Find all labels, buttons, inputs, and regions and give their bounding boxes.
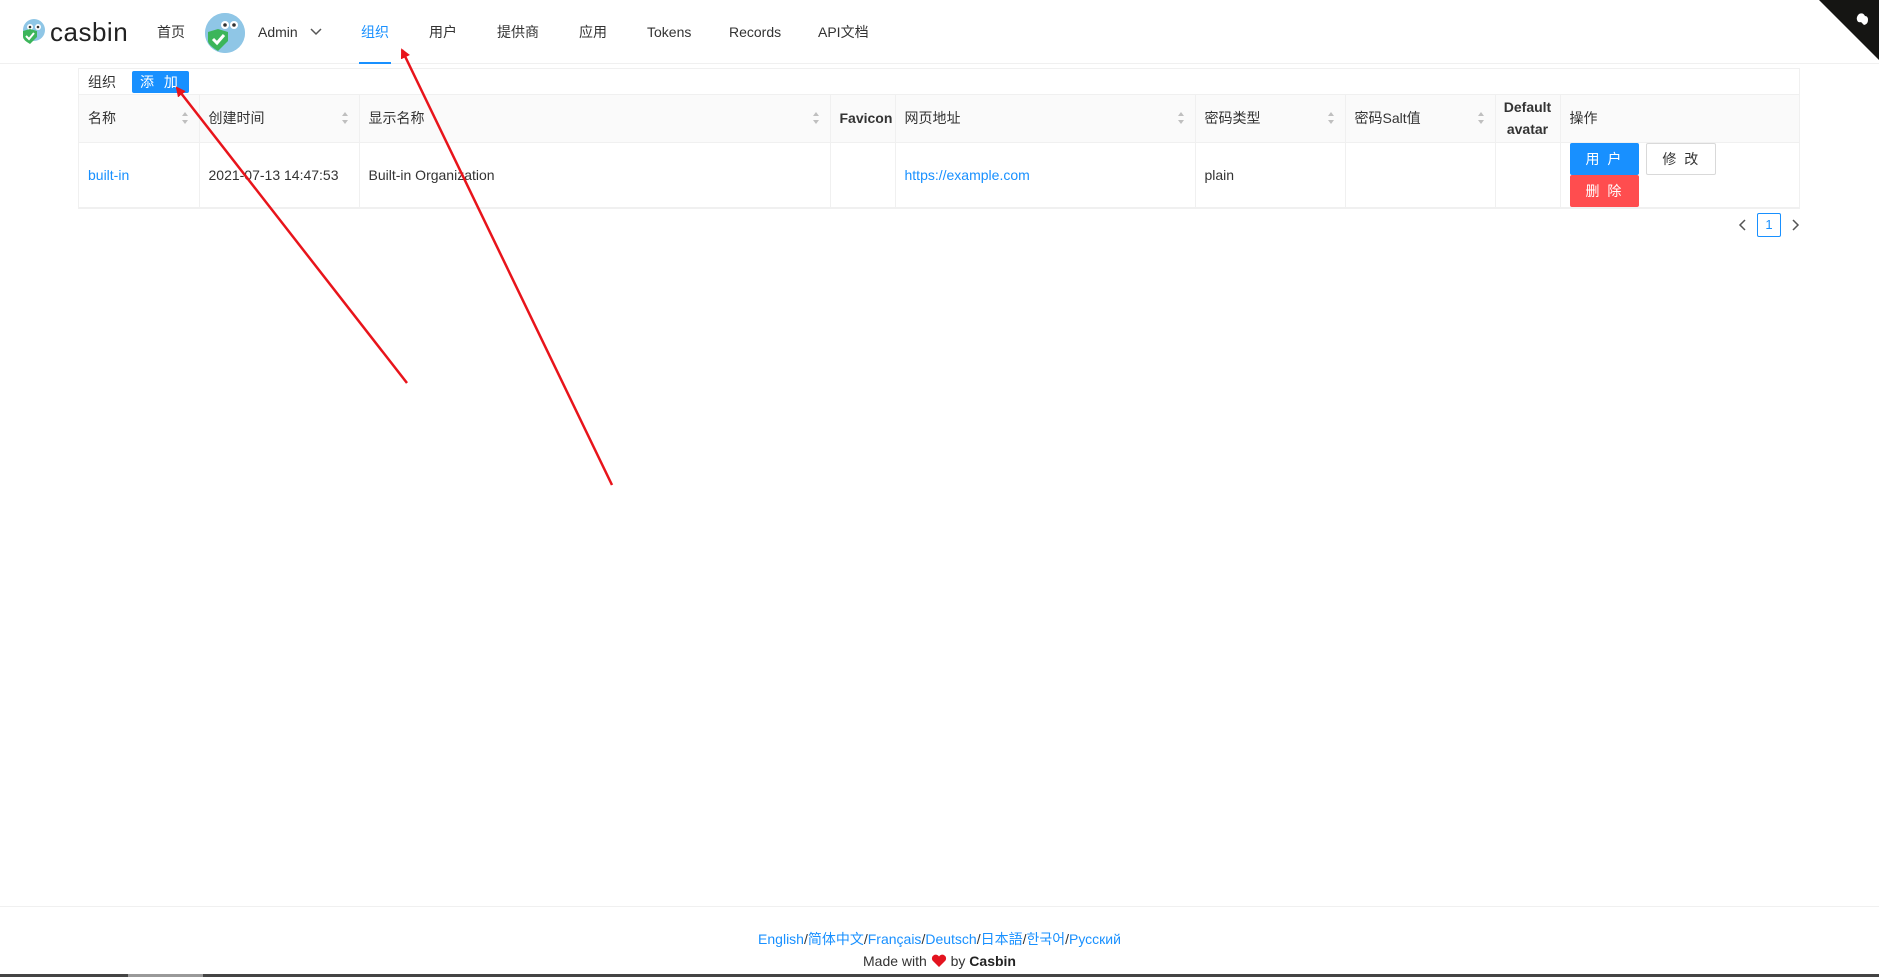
cell-password-salt — [1345, 142, 1496, 208]
table-title-bar: 组织 添 加 — [79, 69, 1799, 95]
cell-favicon — [830, 142, 896, 208]
language-link-english[interactable]: English — [758, 931, 804, 947]
sort-icon[interactable] — [341, 111, 349, 125]
delete-button[interactable]: 删 除 — [1569, 174, 1640, 207]
cell-created-time: 2021-07-13 14:47:53 — [199, 142, 360, 208]
website-link[interactable]: https://example.com — [905, 167, 1030, 183]
cell-website[interactable]: https://example.com — [895, 142, 1196, 208]
github-corner-icon[interactable] — [1819, 0, 1879, 60]
sort-icon[interactable] — [181, 111, 189, 125]
chevron-right-icon — [1792, 219, 1800, 231]
organizations-table-card: 组织 添 加 名称 创建时间 显示名称 Favicon 网页地址 密码类型 密码… — [78, 68, 1800, 209]
language-link-russian[interactable]: Русский — [1069, 931, 1121, 947]
column-header-favicon: Favicon — [830, 95, 896, 143]
column-header-password-type[interactable]: 密码类型 — [1195, 95, 1346, 143]
chevron-left-icon — [1738, 219, 1746, 231]
heart-icon — [931, 954, 946, 967]
column-header-website[interactable]: 网页地址 — [895, 95, 1196, 143]
admin-avatar-icon — [205, 13, 245, 53]
nav-providers[interactable]: 提供商 — [497, 0, 539, 64]
nav-records[interactable]: Records — [729, 0, 781, 64]
made-with-text: Made with — [863, 953, 927, 969]
previous-page-button[interactable] — [1733, 213, 1753, 237]
table-header-row: 名称 创建时间 显示名称 Favicon 网页地址 密码类型 密码Salt值 D… — [79, 95, 1799, 143]
nav-users[interactable]: 用户 — [429, 0, 457, 64]
language-link-japanese[interactable]: 日本語 — [981, 931, 1023, 947]
top-navbar: casbin 首页 Admin 组织 用户 提供商 应用 Tokens Reco… — [0, 0, 1879, 64]
add-button[interactable]: 添 加 — [132, 70, 189, 93]
brand-name: casbin — [50, 16, 129, 47]
cell-display-name: Built-in Organization — [359, 142, 831, 208]
cell-name[interactable]: built-in — [79, 142, 200, 208]
column-header-name[interactable]: 名称 — [79, 95, 200, 143]
language-link-french[interactable]: Français — [868, 931, 922, 947]
language-link-chinese[interactable]: 简体中文 — [808, 931, 864, 947]
table-title: 组织 — [88, 73, 116, 90]
column-header-actions: 操作 — [1560, 95, 1799, 143]
column-header-default-avatar: Default avatar — [1495, 95, 1561, 143]
made-with-line: Made with by Casbin — [0, 953, 1879, 969]
organization-name-link[interactable]: built-in — [88, 167, 129, 183]
nav-tokens[interactable]: Tokens — [647, 0, 691, 64]
edit-button[interactable]: 修 改 — [1646, 142, 1717, 175]
admin-username[interactable]: Admin — [258, 0, 298, 64]
chevron-down-icon[interactable] — [309, 25, 323, 39]
language-switcher: English/简体中文/Français/Deutsch/日本語/한국어/Ру… — [758, 931, 1121, 947]
users-button[interactable]: 用 户 — [1569, 142, 1640, 175]
casbin-logo-icon — [23, 19, 45, 44]
column-header-display-name[interactable]: 显示名称 — [359, 95, 831, 143]
avatar[interactable] — [205, 13, 245, 53]
sort-icon[interactable] — [812, 111, 820, 125]
cell-actions: 用 户修 改删 除 — [1560, 142, 1799, 208]
language-link-korean[interactable]: 한국어 — [1026, 931, 1065, 947]
footer: English/简体中文/Français/Deutsch/日本語/한국어/Ру… — [0, 906, 1879, 977]
footer-author[interactable]: Casbin — [969, 953, 1016, 969]
nav-home[interactable]: 首页 — [157, 0, 185, 64]
cell-password-type: plain — [1195, 142, 1346, 208]
table-row: built-in 2021-07-13 14:47:53 Built-in Or… — [79, 142, 1799, 208]
by-text: by — [950, 953, 966, 969]
nav-api-docs[interactable]: API文档 — [818, 0, 869, 64]
column-header-created-time[interactable]: 创建时间 — [199, 95, 360, 143]
casbin-logo[interactable]: casbin — [20, 14, 128, 50]
page-number-current[interactable]: 1 — [1757, 213, 1781, 237]
organizations-table: 名称 创建时间 显示名称 Favicon 网页地址 密码类型 密码Salt值 D… — [79, 95, 1799, 208]
nav-organizations[interactable]: 组织 — [359, 0, 391, 64]
cell-default-avatar — [1495, 142, 1561, 208]
sort-icon[interactable] — [1327, 111, 1335, 125]
column-header-password-salt[interactable]: 密码Salt值 — [1345, 95, 1496, 143]
language-link-german[interactable]: Deutsch — [925, 931, 976, 947]
sort-icon[interactable] — [1477, 111, 1485, 125]
pagination: 1 — [1733, 213, 1805, 237]
nav-applications[interactable]: 应用 — [579, 0, 607, 64]
sort-icon[interactable] — [1177, 111, 1185, 125]
next-page-button[interactable] — [1785, 213, 1805, 237]
